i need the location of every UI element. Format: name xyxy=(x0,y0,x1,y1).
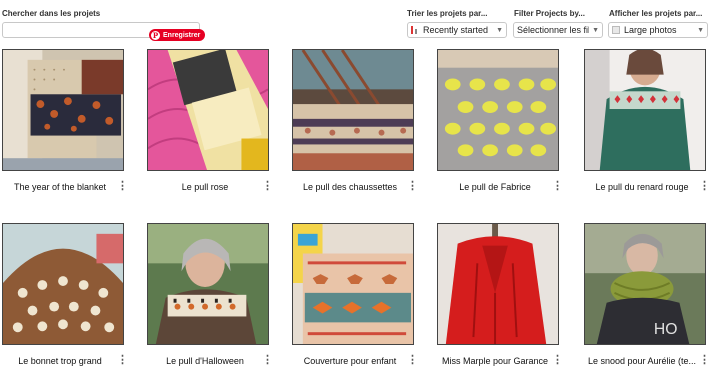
project-thumbnail[interactable] xyxy=(2,223,124,345)
pinterest-icon: P xyxy=(151,30,160,40)
project-thumbnail[interactable] xyxy=(292,223,414,345)
more-options-icon[interactable]: ⋮ xyxy=(407,180,418,192)
project-title[interactable]: The year of the blanket xyxy=(2,182,118,192)
more-options-icon[interactable]: ⋮ xyxy=(699,354,710,366)
project-title[interactable]: Le pull d'Halloween xyxy=(147,356,263,366)
project-thumbnail[interactable] xyxy=(292,49,414,171)
project-card[interactable]: Le pull du renard rouge ⋮ xyxy=(584,49,710,192)
chevron-down-icon: ▼ xyxy=(496,26,503,34)
project-title[interactable]: Le pull de Fabrice xyxy=(437,182,553,192)
display-select-value: Large photos xyxy=(624,25,677,35)
more-options-icon[interactable]: ⋮ xyxy=(552,180,563,192)
photo-icon xyxy=(612,26,620,34)
more-options-icon[interactable]: ⋮ xyxy=(117,180,128,192)
project-card[interactable]: HO Le snood pour Aurélie (te... ⋮ xyxy=(584,223,710,366)
project-thumbnail[interactable] xyxy=(437,223,559,345)
project-card[interactable]: Le pull rose ⋮ xyxy=(147,49,273,192)
project-card[interactable]: Le pull d'Halloween ⋮ xyxy=(147,223,273,366)
more-options-icon[interactable]: ⋮ xyxy=(117,354,128,366)
filter-label: Filter Projects by... xyxy=(514,9,585,18)
project-card[interactable]: The year of the blanket ⋮ xyxy=(2,49,128,192)
sort-icon xyxy=(411,25,420,35)
project-title[interactable]: Le bonnet trop grand xyxy=(2,356,118,366)
project-thumbnail[interactable] xyxy=(147,49,269,171)
more-options-icon[interactable]: ⋮ xyxy=(552,354,563,366)
pinterest-save-button[interactable]: P Enregistrer xyxy=(149,29,206,41)
more-options-icon[interactable]: ⋮ xyxy=(699,180,710,192)
project-card[interactable]: Le pull des chaussettes ⋮ xyxy=(292,49,418,192)
project-thumbnail[interactable] xyxy=(147,223,269,345)
display-label: Afficher les projets par... xyxy=(609,9,703,18)
sort-label: Trier les projets par... xyxy=(407,9,488,18)
project-thumbnail[interactable]: HO xyxy=(584,223,706,345)
pinterest-save-label: Enregistrer xyxy=(163,31,201,39)
filter-select-value: Sélectionner les filtr xyxy=(517,25,590,35)
project-thumbnail[interactable] xyxy=(437,49,559,171)
project-thumbnail[interactable] xyxy=(2,49,124,171)
project-thumbnail[interactable] xyxy=(584,49,706,171)
more-options-icon[interactable]: ⋮ xyxy=(262,180,273,192)
filter-select[interactable]: Sélectionner les filtr ▼ xyxy=(513,22,603,38)
project-title[interactable]: Le pull du renard rouge xyxy=(584,182,700,192)
project-title[interactable]: Miss Marple pour Garance xyxy=(437,356,553,366)
project-card[interactable]: Le pull de Fabrice ⋮ xyxy=(437,49,563,192)
project-card[interactable]: Couverture pour enfant ⋮ xyxy=(292,223,418,366)
project-title[interactable]: Le snood pour Aurélie (te... xyxy=(584,356,700,366)
chevron-down-icon: ▼ xyxy=(697,26,704,34)
svg-text:HO: HO xyxy=(654,321,678,338)
project-title[interactable]: Le pull des chaussettes xyxy=(292,182,408,192)
project-title[interactable]: Le pull rose xyxy=(147,182,263,192)
project-card[interactable]: Miss Marple pour Garance ⋮ xyxy=(437,223,563,366)
more-options-icon[interactable]: ⋮ xyxy=(262,354,273,366)
search-label: Chercher dans les projets xyxy=(2,9,101,18)
chevron-down-icon: ▼ xyxy=(592,26,599,34)
project-title[interactable]: Couverture pour enfant xyxy=(292,356,408,366)
more-options-icon[interactable]: ⋮ xyxy=(407,354,418,366)
sort-select-value: Recently started xyxy=(423,25,489,35)
sort-select[interactable]: Recently started ▼ xyxy=(407,22,507,38)
project-card[interactable]: Le bonnet trop grand ⋮ xyxy=(2,223,128,366)
display-select[interactable]: Large photos ▼ xyxy=(608,22,708,38)
